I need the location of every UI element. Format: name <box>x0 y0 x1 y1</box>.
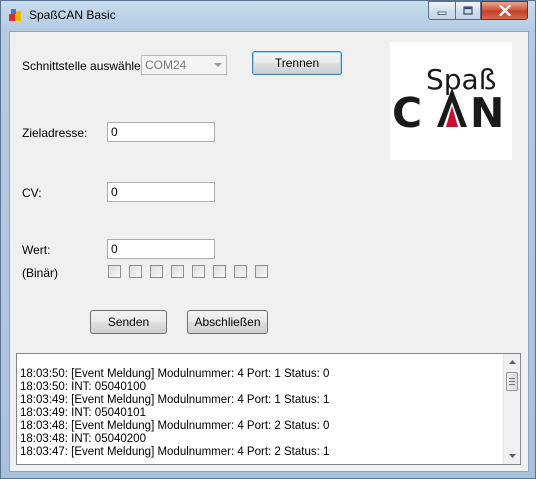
value-input[interactable]: 0 <box>107 239 215 259</box>
title-bar[interactable]: SpaßCAN Basic <box>1 1 535 29</box>
binary-bit-checkbox[interactable] <box>255 265 268 278</box>
maximize-button[interactable] <box>455 1 481 20</box>
binary-bit-checkbox[interactable] <box>108 265 121 278</box>
app-window: SpaßCAN Basic Schnittstelle auswählen CO… <box>0 0 536 479</box>
scroll-thumb[interactable] <box>506 372 518 391</box>
log-line[interactable]: 18:03:50: [Event Meldung] Modulnummer: 4… <box>20 368 498 381</box>
window-title: SpaßCAN Basic <box>29 8 116 22</box>
binary-bit-checkbox[interactable] <box>213 265 226 278</box>
chevron-down-icon[interactable] <box>210 56 226 74</box>
binary-bit-checkbox[interactable] <box>192 265 205 278</box>
target-address-input[interactable]: 0 <box>107 122 215 142</box>
interface-label: Schnittstelle auswählen <box>22 59 148 73</box>
close-icon <box>498 5 511 16</box>
binary-bit-checkbox[interactable] <box>234 265 247 278</box>
scroll-down-icon[interactable] <box>504 448 520 464</box>
minimize-icon <box>437 11 447 15</box>
target-address-label: Zieladresse: <box>22 126 88 140</box>
binary-label: (Binär) <box>22 266 59 280</box>
binary-bit-checkbox[interactable] <box>129 265 142 278</box>
log-line[interactable]: 18:03:48: INT: 05040200 <box>20 433 498 446</box>
logo-letter-c: C <box>392 89 422 137</box>
logo-graphic: Spaß C N <box>392 63 504 137</box>
log-line[interactable]: 18:03:48: [Event Meldung] Modulnummer: 4… <box>20 420 498 433</box>
disconnect-button[interactable]: Trennen <box>252 51 342 75</box>
cv-input[interactable]: 0 <box>107 182 215 202</box>
log-line[interactable]: 18:03:47: [Event Meldung] Modulnummer: 4… <box>20 446 498 459</box>
event-log-lines: 18:03:50: [Event Meldung] Modulnummer: 4… <box>20 368 498 459</box>
port-select-value: COM24 <box>145 58 187 72</box>
log-line[interactable]: 18:03:49: INT: 05040101 <box>20 407 498 420</box>
log-line[interactable]: 18:03:49: [Event Meldung] Modulnummer: 4… <box>20 394 498 407</box>
value-label: Wert: <box>22 243 51 257</box>
port-select[interactable]: COM24 <box>141 55 227 75</box>
event-log-list[interactable]: 18:03:50: [Event Meldung] Modulnummer: 4… <box>16 353 521 465</box>
logo-letter-n: N <box>470 89 504 137</box>
scroll-up-icon[interactable] <box>504 354 520 370</box>
finish-button[interactable]: Abschließen <box>187 310 268 334</box>
binary-bit-checkbox[interactable] <box>150 265 163 278</box>
binary-bit-checkbox[interactable] <box>171 265 184 278</box>
send-button[interactable]: Senden <box>90 310 167 334</box>
close-button[interactable] <box>481 1 528 20</box>
cv-label: CV: <box>22 186 42 200</box>
spasscan-logo: Spaß C N <box>390 42 512 160</box>
log-line[interactable]: 18:03:50: INT: 05040100 <box>20 381 498 394</box>
minimize-button[interactable] <box>428 1 455 20</box>
app-icon <box>9 9 21 21</box>
client-area: Schnittstelle auswählen COM24 Trennen Sp… <box>9 31 529 472</box>
maximize-icon <box>463 5 473 15</box>
vertical-scrollbar[interactable] <box>503 354 520 464</box>
